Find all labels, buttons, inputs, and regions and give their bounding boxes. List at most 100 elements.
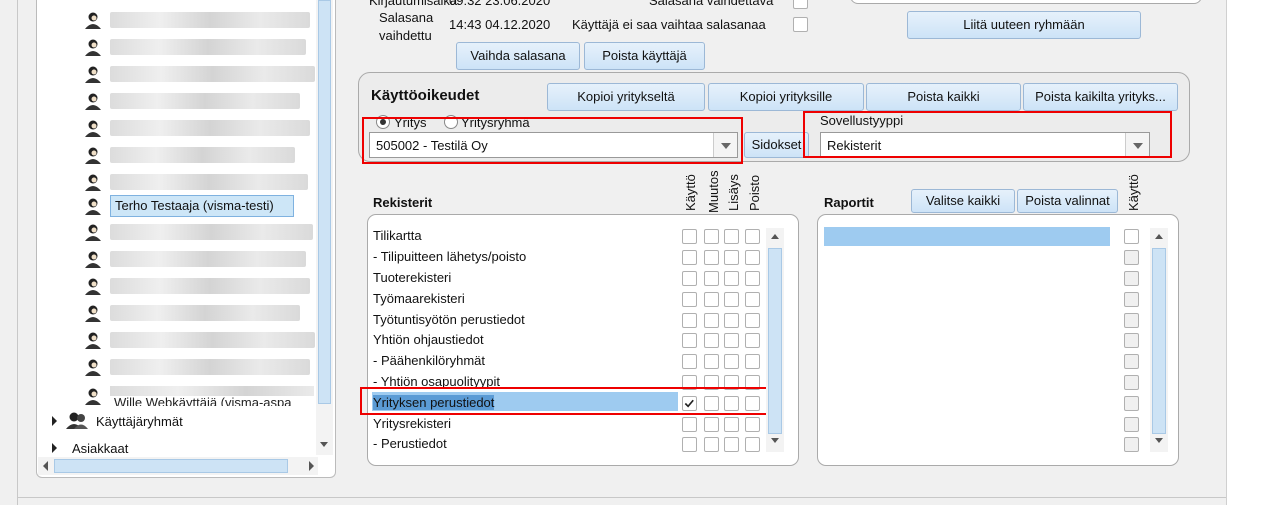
tree-vertical-scrollbar[interactable] xyxy=(316,0,333,455)
scroll-left-icon[interactable] xyxy=(43,461,48,471)
group-label[interactable]: Käyttäjäryhmät xyxy=(96,414,183,429)
permission-checkbox[interactable] xyxy=(724,313,739,328)
permission-checkbox[interactable] xyxy=(682,292,697,307)
select-all-button[interactable]: Valitse kaikki xyxy=(911,189,1015,213)
register-item[interactable]: Yhtiön ohjaustiedot xyxy=(373,332,484,347)
tree-row-user[interactable] xyxy=(84,145,314,165)
permission-checkbox[interactable] xyxy=(724,354,739,369)
permission-checkbox[interactable] xyxy=(682,417,697,432)
permission-checkbox[interactable] xyxy=(745,292,760,307)
register-item[interactable]: Tuoterekisteri xyxy=(373,270,451,285)
tree-row-user[interactable] xyxy=(84,303,314,323)
permission-checkbox[interactable] xyxy=(745,313,760,328)
clear-selections-button[interactable]: Poista valinnat xyxy=(1017,189,1118,213)
tree-row-user[interactable] xyxy=(84,330,315,350)
permission-checkbox[interactable] xyxy=(682,313,697,328)
bindings-button[interactable]: Sidokset xyxy=(744,132,809,158)
permission-checkbox[interactable] xyxy=(745,229,760,244)
report-checkbox[interactable] xyxy=(1124,229,1139,244)
report-checkbox[interactable] xyxy=(1124,354,1139,369)
copy-to-companies-button[interactable]: Kopioi yrityksille xyxy=(708,83,864,111)
tree-row-user[interactable] xyxy=(84,37,314,57)
permission-checkbox[interactable] xyxy=(724,271,739,286)
scrollbar-thumb[interactable] xyxy=(768,248,782,434)
scroll-up-icon[interactable] xyxy=(1155,234,1163,239)
permission-checkbox[interactable] xyxy=(724,229,739,244)
expand-arrow-icon[interactable] xyxy=(52,416,57,426)
selected-user-label[interactable]: Terho Testaaja (visma-testi) xyxy=(110,195,294,217)
permission-checkbox[interactable] xyxy=(682,250,697,265)
tree-row-selected[interactable]: Terho Testaaja (visma-testi) xyxy=(84,195,314,217)
attach-group-button[interactable]: Liitä uuteen ryhmään xyxy=(907,11,1141,39)
permission-checkbox[interactable] xyxy=(745,333,760,348)
permission-checkbox[interactable] xyxy=(704,250,719,265)
report-checkbox[interactable] xyxy=(1124,396,1139,411)
permission-checkbox[interactable] xyxy=(682,271,697,286)
permission-checkbox[interactable] xyxy=(704,271,719,286)
tree-row-user[interactable] xyxy=(84,249,314,269)
report-checkbox[interactable] xyxy=(1124,250,1139,265)
permission-checkbox[interactable] xyxy=(745,437,760,452)
permission-checkbox[interactable] xyxy=(724,333,739,348)
pw-must-change-checkbox[interactable] xyxy=(793,0,808,9)
tree-horizontal-scrollbar[interactable] xyxy=(38,457,318,475)
change-password-button[interactable]: Vaihda salasana xyxy=(456,42,580,70)
copy-from-company-button[interactable]: Kopioi yritykseltä xyxy=(547,83,705,111)
register-item[interactable]: Tilikartta xyxy=(373,228,422,243)
tree-row-user[interactable] xyxy=(84,118,314,138)
tree-row-user[interactable] xyxy=(84,222,314,242)
registers-scrollbar[interactable] xyxy=(766,228,784,452)
tree-row-user[interactable] xyxy=(84,64,315,84)
tree-group-users[interactable]: Käyttäjäryhmät xyxy=(50,411,310,431)
report-checkbox[interactable] xyxy=(1124,437,1139,452)
permission-checkbox[interactable] xyxy=(682,333,697,348)
register-item[interactable]: Työmaarekisteri xyxy=(373,291,465,306)
scroll-down-icon[interactable] xyxy=(1155,438,1163,443)
permission-checkbox[interactable] xyxy=(682,229,697,244)
permission-checkbox[interactable] xyxy=(704,333,719,348)
reports-highlight-row[interactable] xyxy=(824,227,1110,246)
expand-arrow-icon[interactable] xyxy=(52,443,57,453)
scroll-down-icon[interactable] xyxy=(320,442,328,447)
tree-group-customers[interactable]: Asiakkaat xyxy=(50,438,310,458)
reports-scrollbar[interactable] xyxy=(1150,228,1168,452)
scroll-right-icon[interactable] xyxy=(309,461,314,471)
permission-checkbox[interactable] xyxy=(704,229,719,244)
tree-row-user[interactable] xyxy=(84,91,314,111)
permission-checkbox[interactable] xyxy=(704,417,719,432)
permission-checkbox[interactable] xyxy=(724,437,739,452)
permission-checkbox[interactable] xyxy=(745,271,760,286)
permission-checkbox[interactable] xyxy=(724,292,739,307)
group-label[interactable]: Asiakkaat xyxy=(72,441,128,456)
scrollbar-thumb[interactable] xyxy=(1152,248,1166,434)
tree-row-user[interactable] xyxy=(84,10,314,30)
report-checkbox[interactable] xyxy=(1124,292,1139,307)
permission-checkbox[interactable] xyxy=(704,437,719,452)
permission-checkbox[interactable] xyxy=(682,354,697,369)
register-item[interactable]: Työtuntisyötön perustiedot xyxy=(373,312,525,327)
report-checkbox[interactable] xyxy=(1124,333,1139,348)
permission-checkbox[interactable] xyxy=(724,417,739,432)
register-item[interactable]: Yritysrekisteri xyxy=(373,416,451,431)
register-item[interactable]: - Perustiedot xyxy=(373,436,447,451)
tree-row-user[interactable] xyxy=(84,172,314,192)
permission-checkbox[interactable] xyxy=(682,437,697,452)
scroll-up-icon[interactable] xyxy=(771,234,779,239)
permission-checkbox[interactable] xyxy=(745,354,760,369)
tree-row-user[interactable] xyxy=(84,357,314,377)
register-item[interactable]: - Päähenkilöryhmät xyxy=(373,353,485,368)
permission-checkbox[interactable] xyxy=(704,354,719,369)
scrollbar-thumb[interactable] xyxy=(318,0,331,404)
register-item[interactable]: - Tilipuitteen lähetys/poisto xyxy=(373,249,526,264)
permission-checkbox[interactable] xyxy=(745,250,760,265)
pw-cannot-change-checkbox[interactable] xyxy=(793,17,808,32)
report-checkbox[interactable] xyxy=(1124,313,1139,328)
tree-row-user[interactable] xyxy=(84,276,314,296)
report-checkbox[interactable] xyxy=(1124,271,1139,286)
permission-checkbox[interactable] xyxy=(745,417,760,432)
h-scrollbar-thumb[interactable] xyxy=(54,459,288,473)
delete-all-companies-button[interactable]: Poista kaikilta yrityks... xyxy=(1023,83,1178,111)
permission-checkbox[interactable] xyxy=(704,292,719,307)
permission-checkbox[interactable] xyxy=(704,313,719,328)
delete-all-button[interactable]: Poista kaikki xyxy=(866,83,1021,111)
